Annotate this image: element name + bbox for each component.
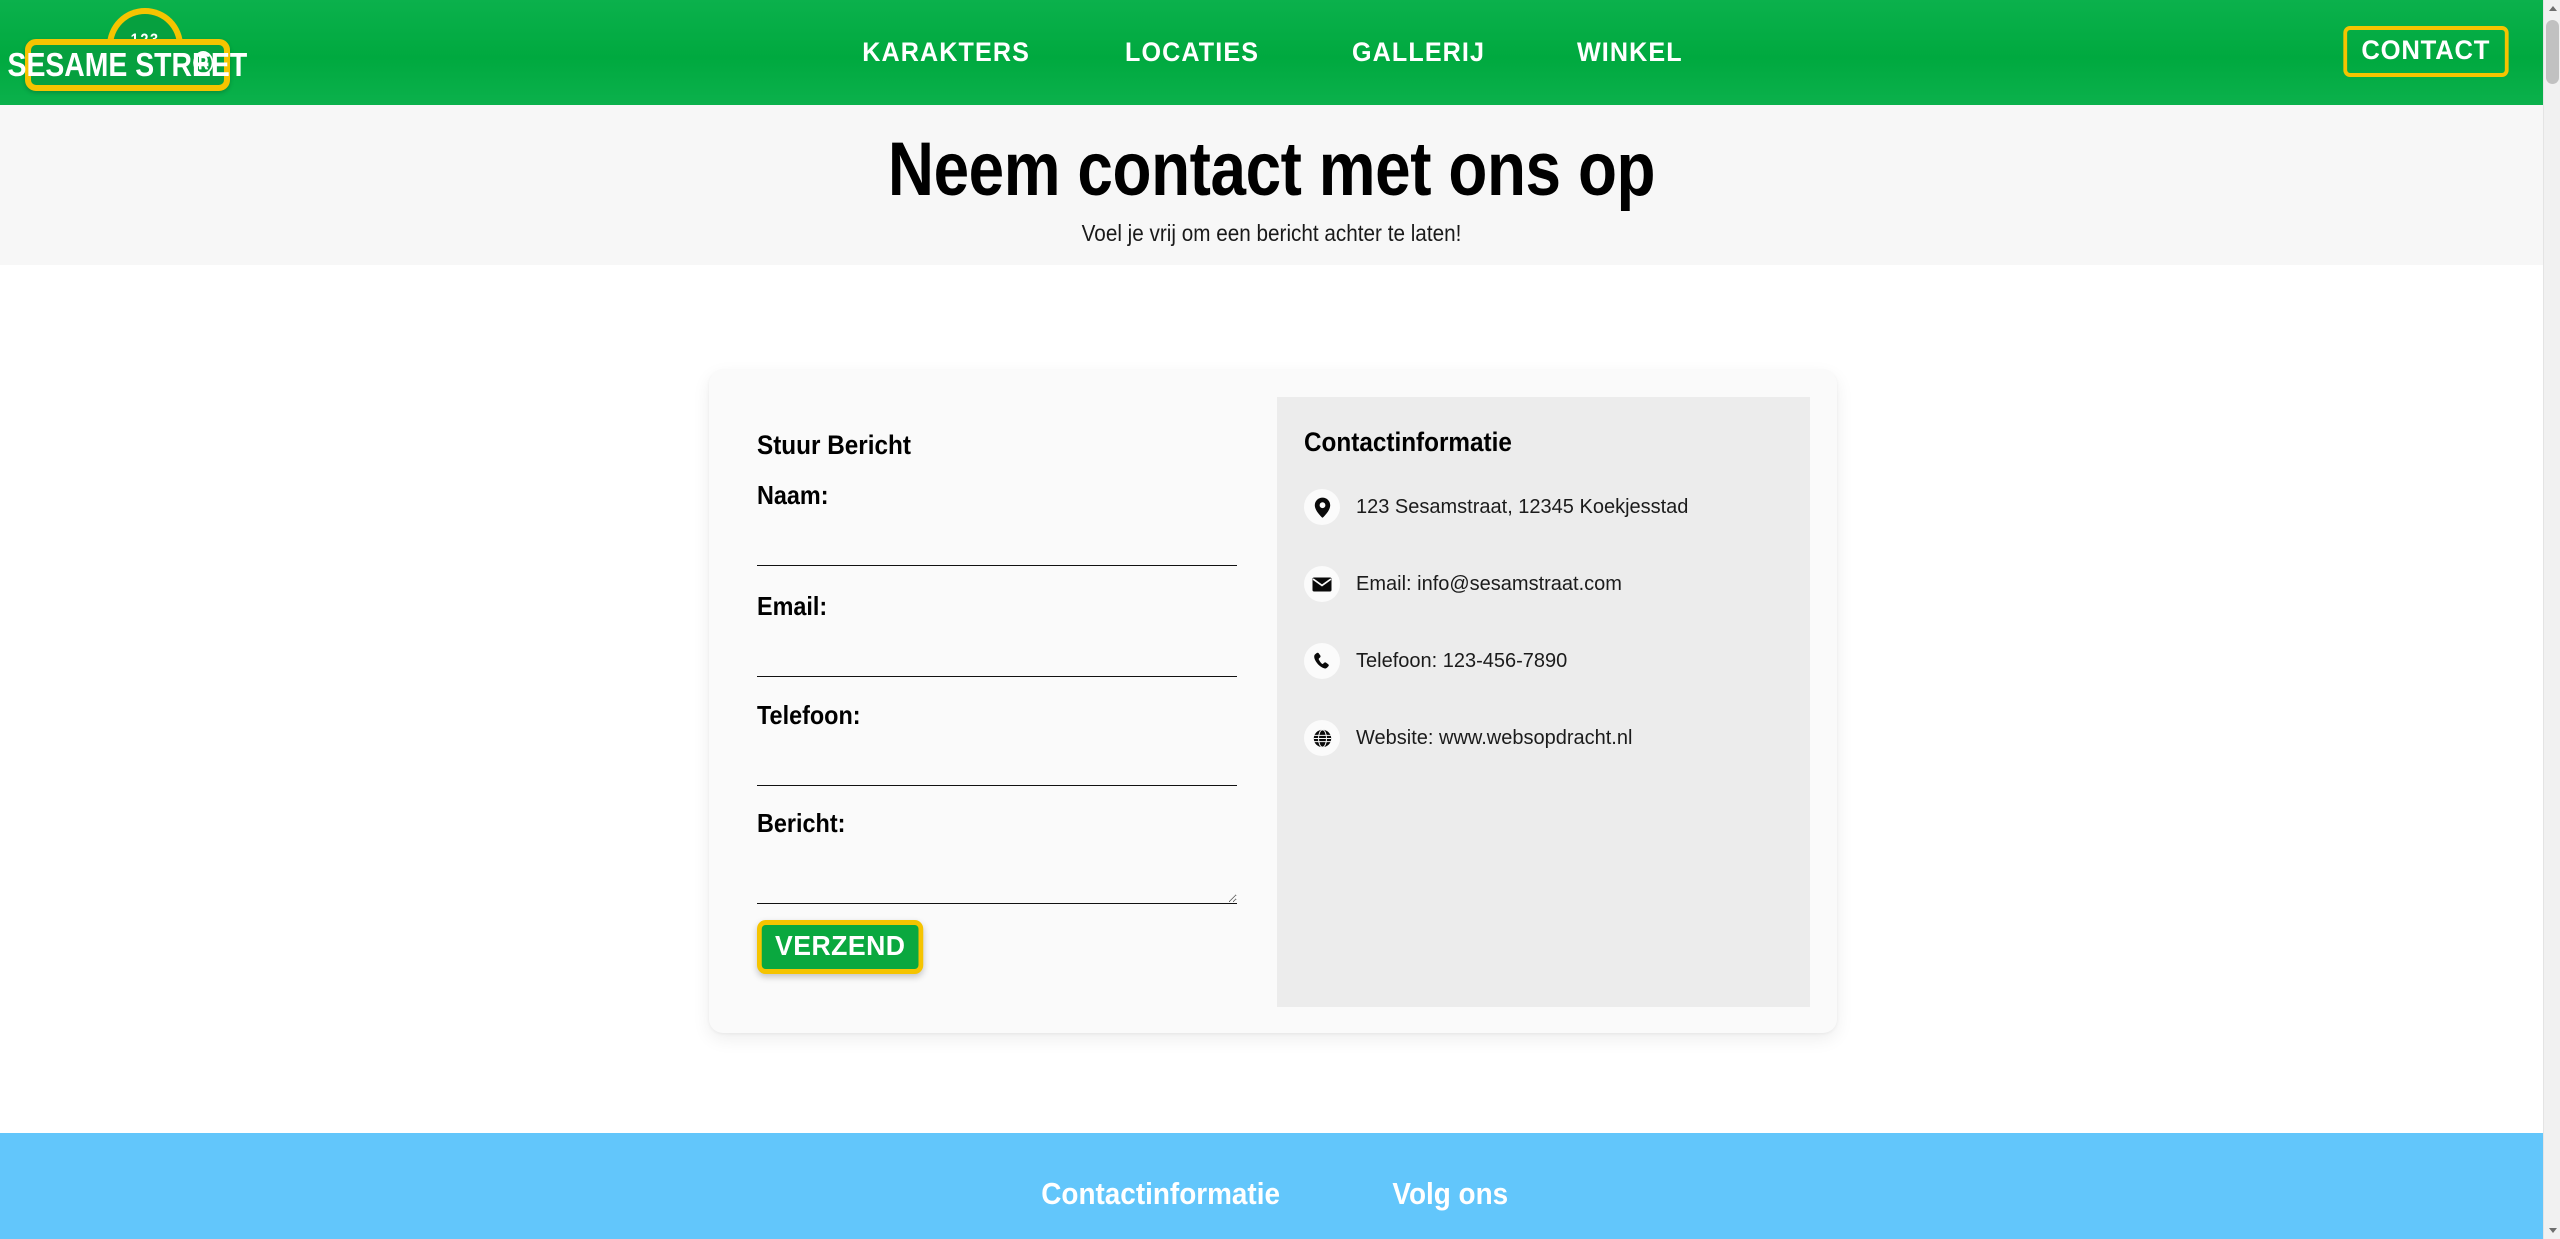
message-textarea[interactable] bbox=[757, 852, 1237, 904]
contact-info-website-text: Website: www.websopdracht.nl bbox=[1356, 726, 1633, 749]
contact-info-address: 123 Sesamstraat, 12345 Koekjesstad bbox=[1304, 485, 1784, 529]
scrollbar-up-arrow-icon[interactable] bbox=[2544, 0, 2560, 17]
logo-sign: SESAME STREET ® bbox=[8, 39, 247, 91]
name-input[interactable] bbox=[757, 524, 1237, 566]
field-label-bericht: Bericht: bbox=[757, 808, 846, 838]
nav-item-karakters[interactable]: KARAKTERS bbox=[863, 37, 1031, 68]
email-input[interactable] bbox=[757, 635, 1237, 677]
field-label-naam: Naam: bbox=[757, 480, 829, 510]
envelope-icon bbox=[1304, 566, 1340, 602]
submit-button[interactable]: VERZEND bbox=[757, 920, 924, 974]
page-scrollbar[interactable] bbox=[2543, 0, 2560, 1239]
footer-heading-volg-ons: Volg ons bbox=[1392, 1176, 1509, 1211]
field-label-telefoon: Telefoon: bbox=[757, 700, 861, 730]
field-email: Email: bbox=[757, 591, 1237, 677]
main-navigation: KARAKTERS LOCATIES GALLERIJ WINKEL bbox=[0, 0, 2543, 105]
contact-info-email-text: Email: info@sesamstraat.com bbox=[1356, 572, 1622, 595]
globe-icon bbox=[1304, 720, 1340, 756]
contact-info-phone: Telefoon: 123-456-7890 bbox=[1304, 639, 1784, 683]
contact-info-website: Website: www.websopdracht.nl bbox=[1304, 716, 1784, 760]
page-title: Neem contact met ons op bbox=[887, 127, 1656, 212]
site-logo[interactable]: 123 SESAME STREET ® bbox=[8, 8, 247, 98]
footer-columns: Contactinformatie Volg ons bbox=[0, 1133, 2543, 1212]
form-title: Stuur Bericht bbox=[757, 430, 911, 460]
contact-info-list: 123 Sesamstraat, 12345 Koekjesstad Email… bbox=[1304, 485, 1784, 793]
main-content: Stuur Bericht Naam: Email: Telefoon: Ber… bbox=[0, 265, 2543, 1133]
site-footer: Contactinformatie Volg ons bbox=[0, 1133, 2543, 1239]
map-pin-icon bbox=[1304, 489, 1340, 525]
hero-section: Neem contact met ons op Voel je vrij om … bbox=[0, 105, 2543, 265]
nav-item-locaties[interactable]: LOCATIES bbox=[1125, 37, 1259, 68]
phone-icon bbox=[1304, 643, 1340, 679]
contact-card: Stuur Bericht Naam: Email: Telefoon: Ber… bbox=[709, 370, 1837, 1033]
registered-mark-icon: ® bbox=[192, 44, 214, 81]
field-telefoon: Telefoon: bbox=[757, 700, 1237, 786]
contact-info-email: Email: info@sesamstraat.com bbox=[1304, 562, 1784, 606]
contact-info-title: Contactinformatie bbox=[1304, 427, 1512, 457]
footer-heading-contactinformatie: Contactinformatie bbox=[1041, 1176, 1281, 1211]
nav-contact-button[interactable]: CONTACT bbox=[2343, 26, 2509, 77]
nav-item-gallerij[interactable]: GALLERIJ bbox=[1352, 37, 1485, 68]
contact-info-phone-text: Telefoon: 123-456-7890 bbox=[1356, 649, 1568, 672]
phone-input[interactable] bbox=[757, 744, 1237, 786]
page-subtitle: Voel je vrij om een bericht achter te la… bbox=[1081, 219, 1462, 246]
scrollbar-thumb[interactable] bbox=[2546, 20, 2559, 84]
field-naam: Naam: bbox=[757, 480, 1237, 566]
contact-info-address-text: 123 Sesamstraat, 12345 Koekjesstad bbox=[1356, 495, 1689, 518]
field-bericht: Bericht: bbox=[757, 808, 1237, 904]
nav-item-winkel[interactable]: WINKEL bbox=[1577, 37, 1683, 68]
site-header: 123 SESAME STREET ® KARAKTERS LOCATIES G… bbox=[0, 0, 2543, 105]
scrollbar-down-arrow-icon[interactable] bbox=[2544, 1222, 2560, 1239]
field-label-email: Email: bbox=[757, 591, 828, 621]
contact-info-panel: Contactinformatie 123 Sesamstraat, 12345… bbox=[1277, 397, 1810, 1007]
